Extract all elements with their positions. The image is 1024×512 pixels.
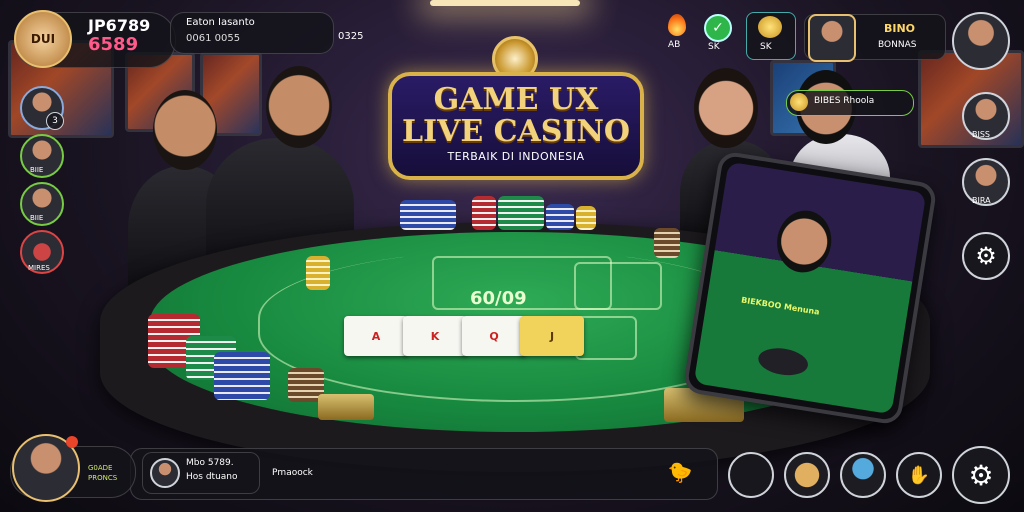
phone-overlay-text: BIEKBOO Menuna [740,295,821,317]
chip-stack-yellow[interactable] [306,256,330,290]
playing-card[interactable]: Q [462,316,526,356]
user-id-avatar[interactable] [150,458,180,488]
level-badge-text: DUI [30,32,56,46]
chip-tray [318,394,374,420]
phone-dealer-face [772,206,836,277]
quick-avatar-button[interactable] [728,452,774,498]
info-line1: Eaton Iasanto [186,17,255,28]
bonus-coin-icon [790,93,808,111]
chip-stack-green[interactable] [498,196,544,230]
level-badge[interactable]: DUI [14,10,72,68]
coin-icon [758,16,782,38]
jackpot-value: 6589 [88,34,139,55]
jackpot-label: JP6789 [88,16,151,35]
player-center-head [266,66,332,148]
playing-card[interactable]: K [403,316,467,356]
left-player-badge-text: 3 [52,116,58,126]
ceiling-light [430,0,580,6]
logo-tagline: TERBAIK DI INDONESIA [447,150,585,163]
chip-stack-brown[interactable] [654,228,680,258]
profile-subtitle: BONNAS [878,40,917,50]
playing-card[interactable]: J [520,316,584,356]
chip-stack-blue[interactable] [546,204,574,230]
status-text: Pmaoock [272,468,313,478]
fire-icon[interactable] [668,14,686,36]
chip-stack-red[interactable] [472,196,496,230]
profile-name: BINO [884,22,916,35]
phone-chip-pile [756,344,810,379]
left-player-badge: 3 [46,112,64,130]
profile-text1: G0ADE [88,464,113,472]
game-logo: GAME UX LIVE CASINO TERBAIK DI INDONESIA [388,72,644,180]
logo-title-line1: GAME UX [433,82,599,117]
felt-betting-box [575,316,637,360]
bonus-badge-text: BIBES Rhoola [814,96,875,106]
player-woman-head [694,68,758,148]
right-player-name: BISS [972,130,991,139]
left-player-name: BIIE [30,166,44,174]
info-extra: 0325 [338,31,364,42]
phone-screen: BIEKBOO Menuna [693,161,927,415]
check-icon[interactable]: ✓ [704,14,732,42]
left-player-name: MIRES [28,264,50,272]
user-id-line2: Hos dtuano [186,472,238,482]
right-player-name: BIRA [972,196,991,205]
info-line2: 0061 0055 [186,33,241,44]
profile-text2: PRONCS [88,474,118,482]
felt-betting-box [574,262,662,310]
mobile-phone-preview[interactable]: BIEKBOO Menuna [682,150,938,426]
top-right-avatar[interactable] [952,12,1010,70]
logo-title-line2: LIVE CASINO [401,114,631,149]
chip-stack-yellow[interactable] [576,206,596,230]
fire-label: AB [668,40,681,50]
chip-stack-blue[interactable] [214,352,270,400]
settings-gear-icon[interactable]: ⚙ [962,232,1010,280]
quick-avatar-button[interactable] [784,452,830,498]
dealer-left-head [153,90,217,170]
settings-gear-icon[interactable]: ⚙ [952,446,1010,504]
quick-avatar-button[interactable] [840,452,886,498]
playing-card[interactable]: A [344,316,408,356]
notification-dot [66,436,78,448]
left-player-name: BIIE [30,214,44,222]
gesture-icon[interactable]: ✋ [896,452,942,498]
felt-center-text: 60/09 [470,288,527,309]
user-id-line1: Mbo 5789. [186,458,234,468]
chicken-icon[interactable]: 🐤 [660,452,700,492]
check-label: SK [708,42,720,52]
profile-avatar[interactable] [808,14,856,62]
coin-label: SK [760,42,772,52]
chip-stack-blue[interactable] [400,200,456,230]
